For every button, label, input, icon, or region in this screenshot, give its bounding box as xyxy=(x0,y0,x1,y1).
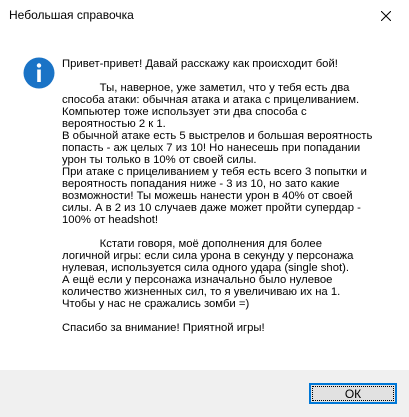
greeting-text: Привет-привет! Давай расскажу как происх… xyxy=(62,58,338,70)
thanks-text: Спасибо за внимание! Приятной игры! xyxy=(62,322,265,334)
message-text: Привет-привет! Давай расскажу как происх… xyxy=(62,58,382,334)
message-dialog: Небольшая справочка Привет-привет! Давай… xyxy=(0,0,409,417)
button-bar: ОК xyxy=(0,370,409,417)
window-title: Небольшая справочка xyxy=(9,8,134,22)
close-button[interactable] xyxy=(363,0,409,32)
additions-text: Кстати говоря, моё дополнения для более … xyxy=(62,238,354,310)
title-bar[interactable]: Небольшая справочка xyxy=(0,0,409,32)
dialog-content: Привет-привет! Давай расскажу как происх… xyxy=(0,32,409,370)
ok-button[interactable]: ОК xyxy=(309,383,397,404)
close-icon xyxy=(381,11,391,21)
info-icon xyxy=(23,57,55,89)
attacks-text: Ты, наверное, уже заметил, что у тебя ес… xyxy=(62,82,373,226)
